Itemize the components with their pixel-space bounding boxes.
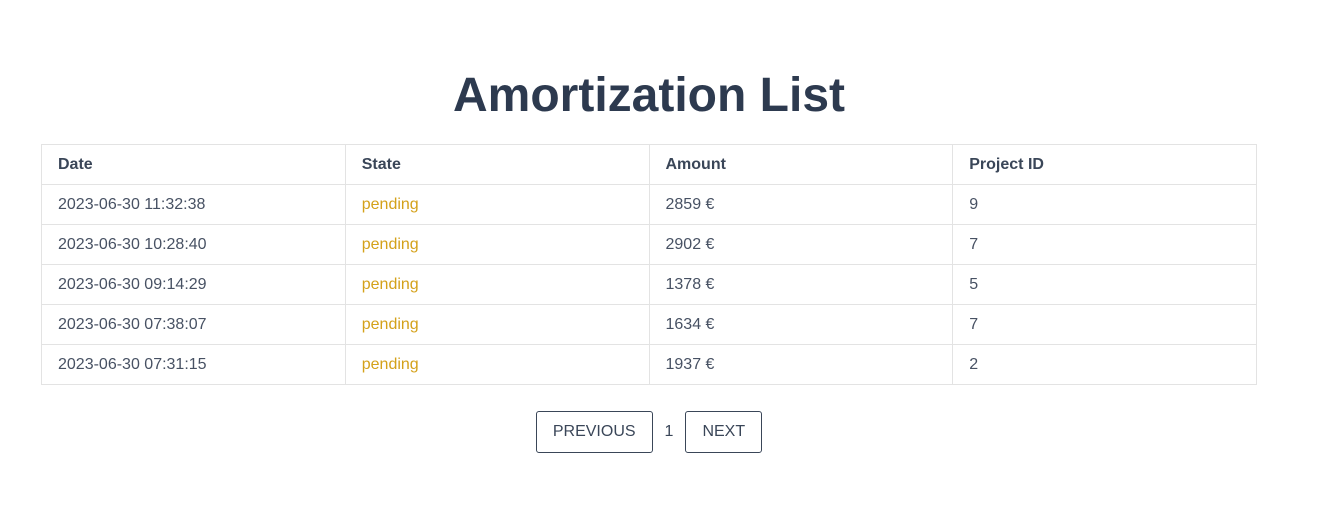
cell-state: pending (344, 304, 650, 345)
cell-amount: 1634 € (648, 304, 954, 345)
amortization-table: Date State Amount Project ID 2023-06-30 … (41, 144, 1257, 385)
cell-amount: 1937 € (648, 344, 954, 385)
table-row: 2023-06-30 07:31:15 pending 1937 € 2 (41, 344, 1257, 385)
table-row: 2023-06-30 07:38:07 pending 1634 € 7 (41, 304, 1257, 345)
table-row: 2023-06-30 09:14:29 pending 1378 € 5 (41, 264, 1257, 305)
cell-amount: 2859 € (648, 184, 954, 225)
cell-date: 2023-06-30 07:31:15 (41, 344, 346, 385)
cell-project-id: 9 (952, 184, 1257, 225)
cell-state: pending (344, 184, 650, 225)
column-header-project-id: Project ID (952, 144, 1257, 185)
column-header-date: Date (41, 144, 346, 185)
cell-state: pending (344, 344, 650, 385)
cell-amount: 1378 € (648, 264, 954, 305)
column-header-amount: Amount (648, 144, 954, 185)
cell-state: pending (344, 264, 650, 305)
cell-project-id: 7 (952, 304, 1257, 345)
table-row: 2023-06-30 10:28:40 pending 2902 € 7 (41, 224, 1257, 265)
column-header-state: State (344, 144, 650, 185)
next-button[interactable]: NEXT (685, 411, 763, 453)
table-header-row: Date State Amount Project ID (41, 144, 1257, 185)
cell-project-id: 5 (952, 264, 1257, 305)
cell-date: 2023-06-30 09:14:29 (41, 264, 346, 305)
cell-amount: 2902 € (648, 224, 954, 265)
cell-project-id: 2 (952, 344, 1257, 385)
cell-state: pending (344, 224, 650, 265)
cell-date: 2023-06-30 11:32:38 (41, 184, 346, 225)
current-page-number: 1 (664, 423, 674, 440)
cell-date: 2023-06-30 10:28:40 (41, 224, 346, 265)
page-title: Amortization List (453, 69, 845, 122)
cell-date: 2023-06-30 07:38:07 (41, 304, 346, 345)
previous-button[interactable]: PREVIOUS (535, 411, 653, 453)
table-row: 2023-06-30 11:32:38 pending 2859 € 9 (41, 184, 1257, 225)
pagination: PREVIOUS 1 NEXT (0, 411, 1298, 453)
cell-project-id: 7 (952, 224, 1257, 265)
page: Amortization List Date State Amount Proj… (0, 0, 1320, 526)
